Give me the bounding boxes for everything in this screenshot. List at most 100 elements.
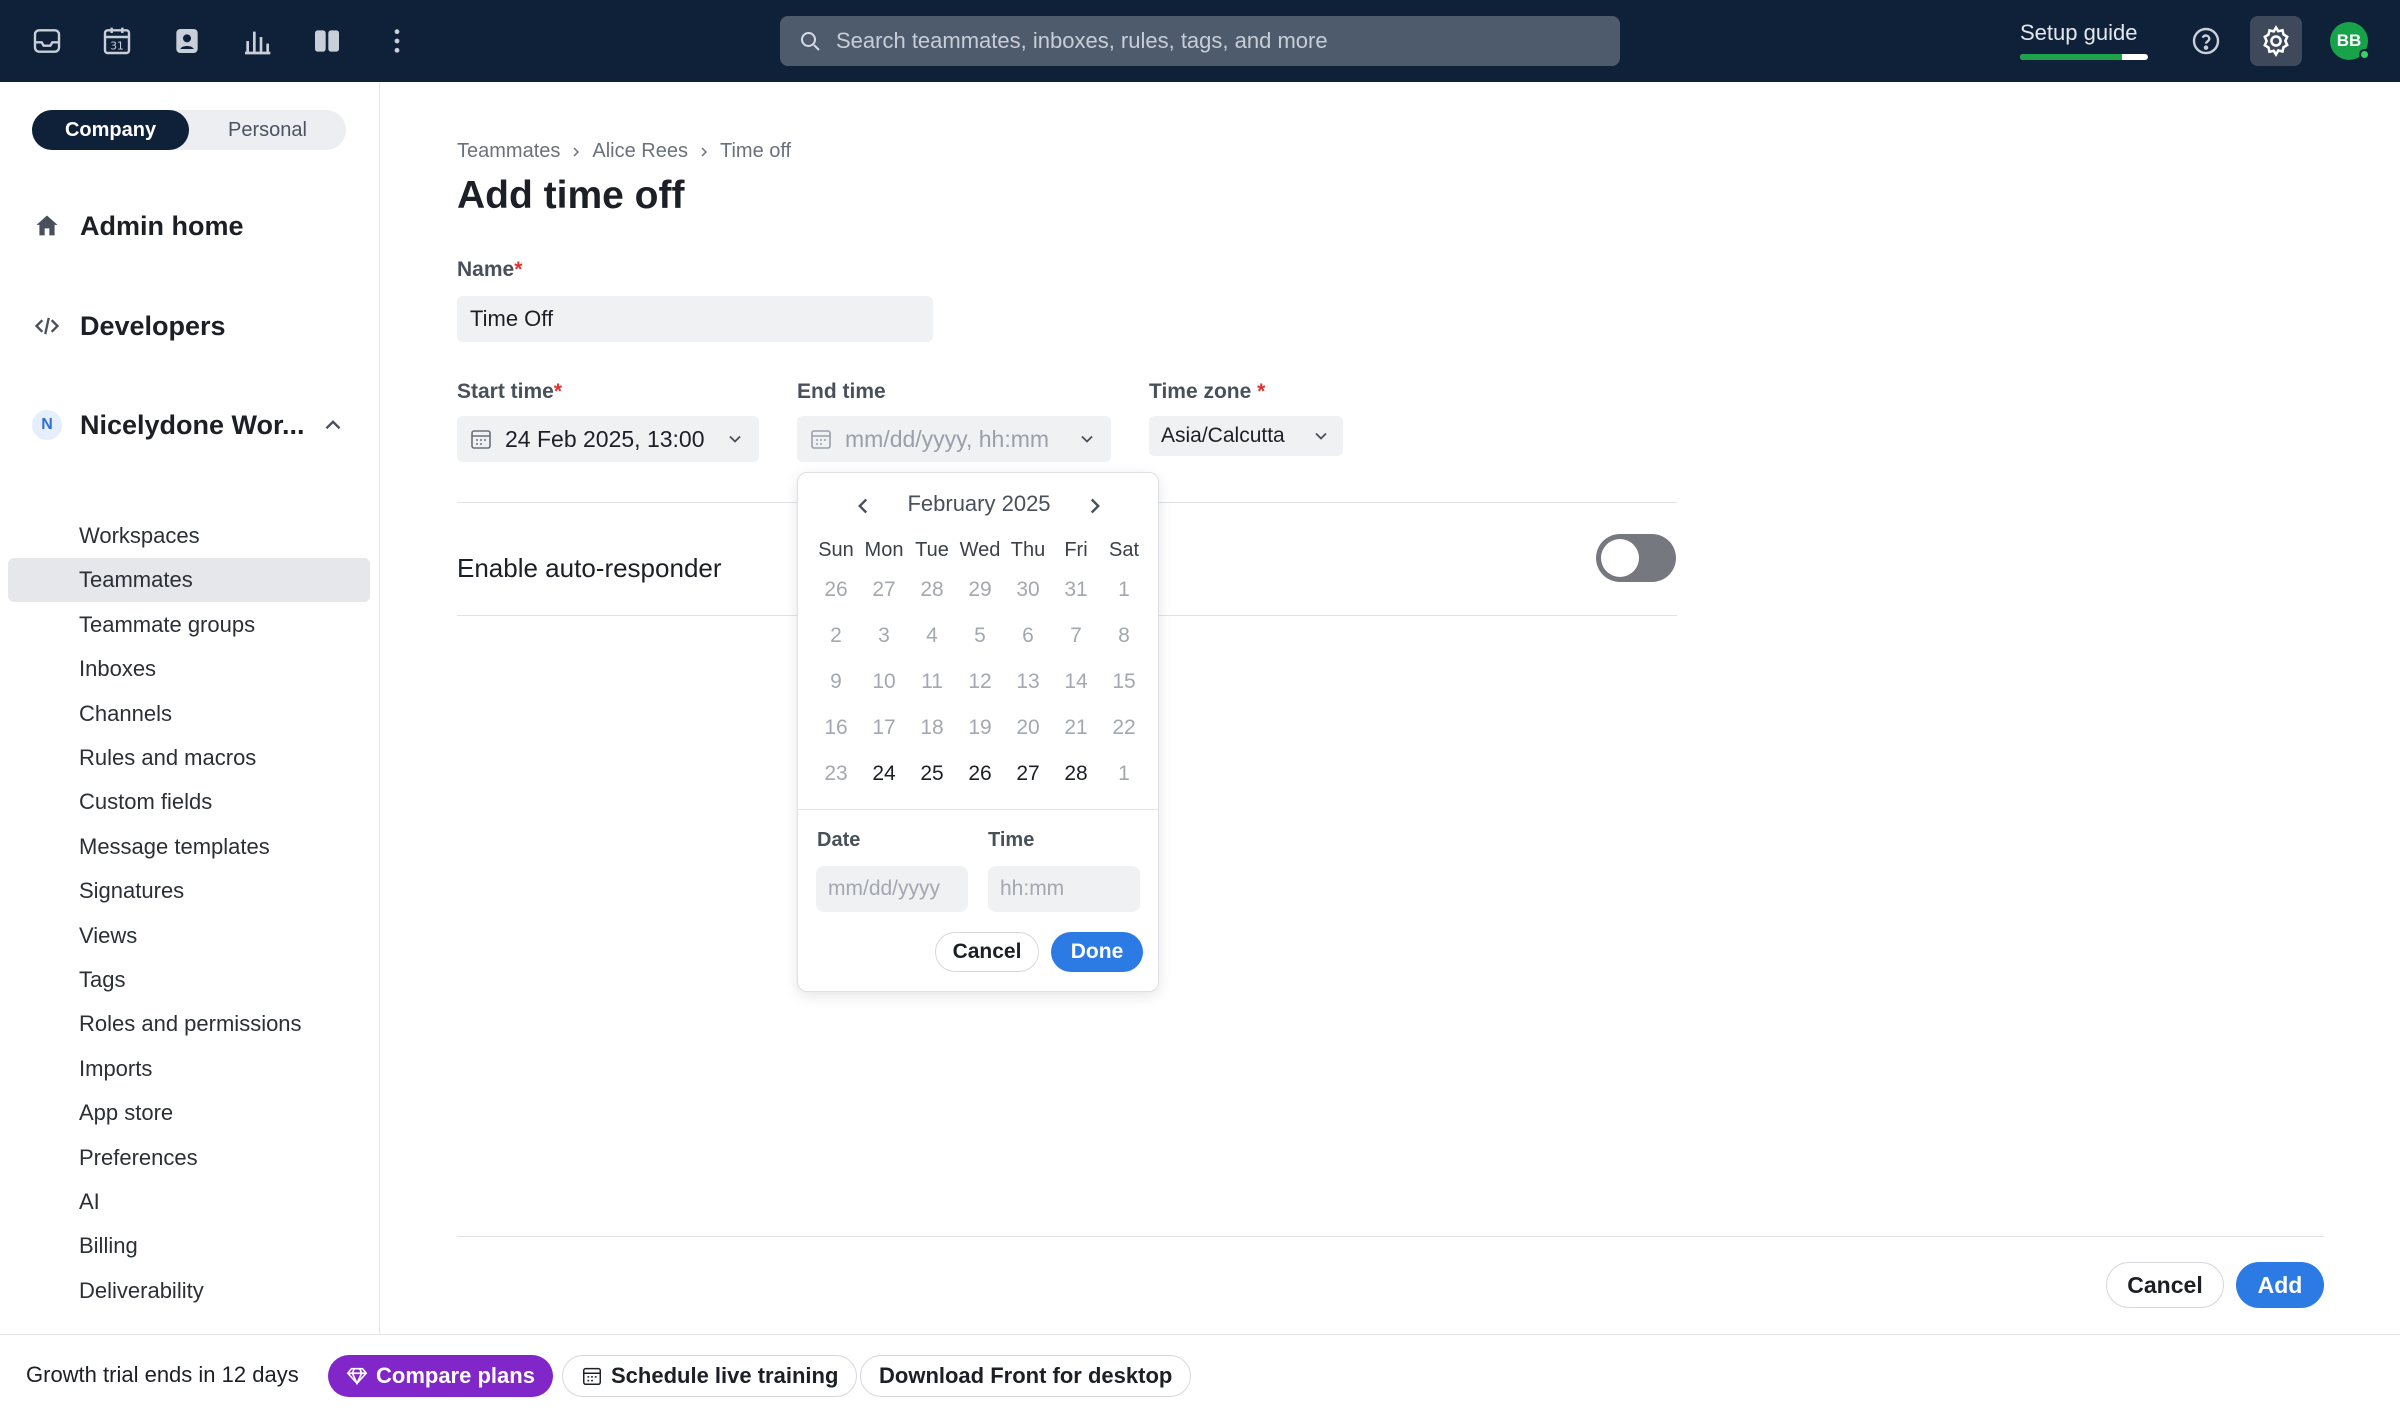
weekday-header: Tue <box>915 538 949 561</box>
weekday-header: Fri <box>1064 538 1088 561</box>
sidebar-item-teammate-groups[interactable]: Teammate groups <box>8 603 370 647</box>
calendar-day: 2 <box>830 624 842 647</box>
calendar-day: 31 <box>1064 578 1088 601</box>
sidebar-item-preferences[interactable]: Preferences <box>8 1136 370 1180</box>
calendar-day: 28 <box>920 578 944 601</box>
more-icon[interactable] <box>377 21 417 61</box>
sidebar-item-roles-and-permissions[interactable]: Roles and permissions <box>8 1002 370 1046</box>
picker-done-button[interactable]: Done <box>1051 932 1143 972</box>
date-input[interactable] <box>816 866 968 912</box>
sidebar-item-message-templates[interactable]: Message templates <box>8 825 370 869</box>
calendar-icon[interactable]: 31 <box>97 21 137 61</box>
sidebar-item-custom-fields[interactable]: Custom fields <box>8 780 370 824</box>
nav-developers-label: Developers <box>80 310 226 341</box>
sidebar-item-deliverability[interactable]: Deliverability <box>8 1269 370 1313</box>
calendar-day: 5 <box>974 624 986 647</box>
cancel-button[interactable]: Cancel <box>2106 1262 2224 1308</box>
calendar-day: 26 <box>824 578 848 601</box>
download-desktop-button[interactable]: Download Front for desktop <box>860 1355 1192 1397</box>
settings-gear-button[interactable] <box>2250 16 2302 66</box>
timezone-value: Asia/Calcutta <box>1161 424 1285 447</box>
calendar-icon <box>471 430 491 449</box>
online-status-dot <box>2359 49 2370 60</box>
sidebar-item-tags[interactable]: Tags <box>8 958 370 1002</box>
compare-plans-button[interactable]: Compare plans <box>328 1355 553 1397</box>
breadcrumb-teammates[interactable]: Teammates <box>457 140 560 163</box>
sidebar-item-imports[interactable]: Imports <box>8 1047 370 1091</box>
sidebar-item-app-store[interactable]: App store <box>8 1091 370 1135</box>
time-input[interactable] <box>988 866 1140 912</box>
calendar-day: 14 <box>1064 670 1088 693</box>
calendar-day: 10 <box>872 670 896 693</box>
calendar-icon <box>583 1367 601 1385</box>
calendar-day[interactable]: 26 <box>956 751 1004 797</box>
calendar-day: 29 <box>968 578 992 601</box>
weekday-header: Wed <box>959 538 1001 561</box>
nav-admin-home[interactable]: Admin home <box>32 206 244 246</box>
weekday-header: Sat <box>1108 538 1140 561</box>
toggle-knob <box>1601 539 1639 577</box>
next-month-icon[interactable] <box>1082 493 1108 519</box>
timezone-select[interactable]: Asia/Calcutta <box>1149 416 1343 456</box>
start-time-value: 24 Feb 2025, 13:00 <box>505 425 705 452</box>
calendar-day[interactable]: 27 <box>1004 751 1052 797</box>
setup-progress-fill <box>2020 54 2123 60</box>
breadcrumb-time-off: Time off <box>719 140 792 162</box>
chevron-up-icon[interactable] <box>320 412 346 438</box>
calendar-day: 15 <box>1112 670 1136 693</box>
calendar-day[interactable]: 24 <box>860 751 908 797</box>
diamond-icon <box>346 1367 368 1386</box>
name-input[interactable] <box>457 296 933 342</box>
chevron-right-icon <box>696 144 712 160</box>
start-time-picker[interactable]: 24 Feb 2025, 13:00 <box>457 416 759 462</box>
workspace-header[interactable]: N Nicelydone Wor... <box>32 405 305 445</box>
page-title: Add time off <box>457 174 685 217</box>
weekday-header: Mon <box>864 538 904 561</box>
sidebar-item-workspaces[interactable]: Workspaces <box>8 514 370 558</box>
setup-progress-bar <box>2020 54 2148 60</box>
segment-personal[interactable]: Personal <box>189 110 346 150</box>
add-button[interactable]: Add <box>2236 1262 2324 1308</box>
setup-guide[interactable]: Setup guide <box>2020 20 2150 60</box>
name-label-text: Name <box>457 258 515 281</box>
sidebar-item-channels[interactable]: Channels <box>8 692 370 736</box>
help-icon[interactable] <box>2186 21 2226 61</box>
segment-company[interactable]: Company <box>32 110 189 150</box>
contacts-icon[interactable] <box>167 21 207 61</box>
calendar-icon <box>811 430 831 449</box>
user-avatar[interactable]: BB <box>2330 22 2370 60</box>
sidebar-item-signatures[interactable]: Signatures <box>8 869 370 913</box>
schedule-training-button[interactable]: Schedule live training <box>562 1355 858 1397</box>
analytics-icon[interactable] <box>237 21 277 61</box>
breadcrumb-alice-rees[interactable]: Alice Rees <box>592 140 688 163</box>
search-input[interactable] <box>836 28 1596 54</box>
end-time-placeholder: mm/dd/yyyy, hh:mm <box>845 425 1050 452</box>
sidebar-item-views[interactable]: Views <box>8 914 370 958</box>
timezone-label-text: Time zone <box>1149 380 1252 403</box>
calendar-day: 12 <box>968 670 992 693</box>
calendar-day: 6 <box>1022 624 1034 647</box>
calendar-day[interactable]: 25 <box>908 751 956 797</box>
sidebar-item-teammates[interactable]: Teammates <box>8 558 370 603</box>
date-label: Date <box>817 829 861 851</box>
sidebar-item-ai[interactable]: AI <box>8 1180 370 1224</box>
sidebar-item-inboxes[interactable]: Inboxes <box>8 647 370 691</box>
sidebar-item-billing[interactable]: Billing <box>8 1224 370 1268</box>
end-time-picker[interactable]: mm/dd/yyyy, hh:mm <box>797 416 1111 462</box>
layout-icon[interactable] <box>307 21 347 61</box>
picker-cancel-button[interactable]: Cancel <box>935 932 1039 972</box>
sidebar-item-rules-and-macros[interactable]: Rules and macros <box>8 736 370 780</box>
sidebar: Company Personal Admin home Developers N… <box>0 82 380 1334</box>
nav-admin-home-label: Admin home <box>80 210 244 241</box>
required-asterisk: * <box>553 380 563 403</box>
start-time-label: Start time* <box>457 380 562 404</box>
calendar-day[interactable]: 28 <box>1052 751 1100 797</box>
calendar-day: 1 <box>1118 762 1130 785</box>
avatar-initials: BB <box>2336 31 2362 50</box>
auto-responder-toggle[interactable] <box>1596 534 1676 582</box>
weekday-header: Thu <box>1010 538 1046 561</box>
inbox-icon[interactable] <box>27 21 67 61</box>
footer-divider <box>457 1236 2324 1237</box>
search-bar[interactable] <box>780 16 1620 66</box>
nav-developers[interactable]: Developers <box>32 306 226 346</box>
